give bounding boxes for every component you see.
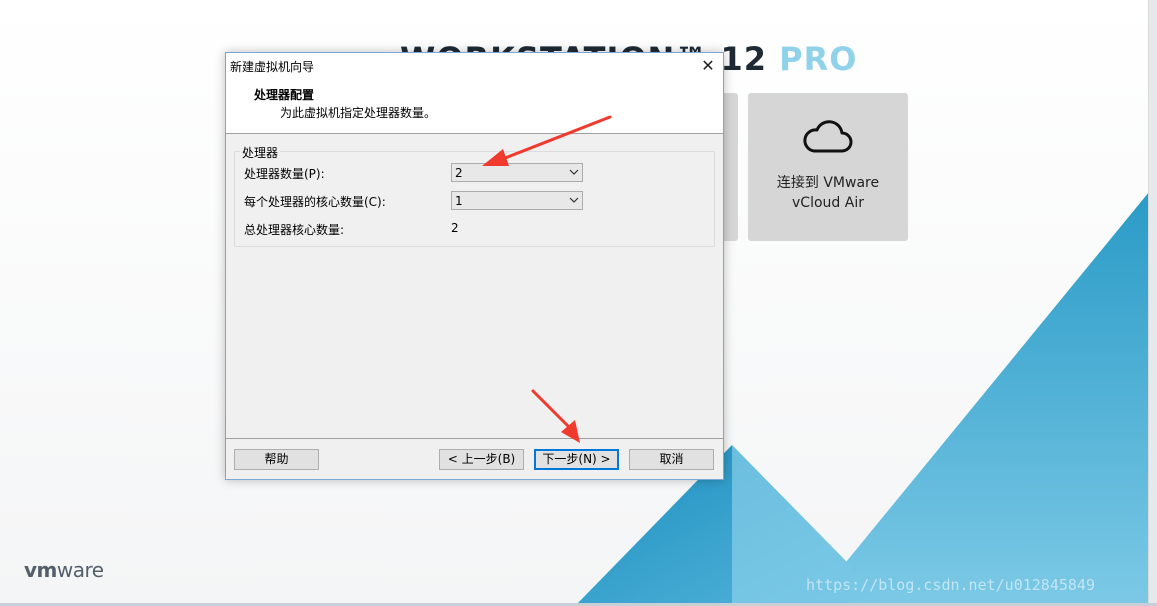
- total-cores-label: 总处理器核心数量:: [244, 223, 345, 237]
- cores-per-processor-label: 每个处理器的核心数量(C):: [244, 195, 386, 209]
- vcloud-air-tile[interactable]: 连接到 VMware vCloud Air: [748, 93, 908, 241]
- cancel-button[interactable]: 取消: [629, 449, 714, 470]
- close-icon[interactable]: ✕: [693, 53, 723, 78]
- processor-count-value: 2: [455, 166, 463, 180]
- processor-group-caption: 处理器: [240, 144, 281, 161]
- total-cores-value: 2: [451, 221, 459, 235]
- chevron-down-icon: [569, 165, 579, 182]
- processor-count-label: 处理器数量(P):: [244, 167, 325, 181]
- cores-per-processor-select[interactable]: 1: [451, 191, 583, 210]
- vcloud-air-tile-label: 连接到 VMware vCloud Air: [748, 173, 908, 213]
- vmware-logo-vm: vm: [24, 558, 57, 582]
- back-button[interactable]: < 上一步(B): [439, 449, 524, 470]
- cloud-icon: [803, 120, 853, 153]
- wizard-header: 处理器配置 为此虚拟机指定处理器数量。: [226, 78, 723, 134]
- vmware-logo: vmware: [24, 558, 104, 582]
- vmware-logo-ware: ware: [56, 558, 104, 582]
- wizard-step-subtitle: 为此虚拟机指定处理器数量。: [280, 106, 437, 120]
- dialog-titlebar[interactable]: 新建虚拟机向导 ✕: [226, 53, 723, 78]
- blog-watermark: https://blog.csdn.net/u012845849: [806, 576, 1095, 594]
- help-button[interactable]: 帮助: [234, 449, 319, 470]
- wizard-step-title: 处理器配置: [254, 88, 315, 102]
- window-right-edge: [1148, 0, 1157, 606]
- workstation-title-pro: PRO: [779, 40, 858, 78]
- bg-triangle-large: [810, 192, 1149, 606]
- processor-count-select[interactable]: 2: [451, 163, 583, 182]
- footer-divider: [226, 438, 723, 439]
- chevron-down-icon: [569, 193, 579, 210]
- new-vm-wizard-dialog: 新建虚拟机向导 ✕ 处理器配置 为此虚拟机指定处理器数量。 处理器 处理器数量(…: [225, 52, 724, 480]
- vcloud-air-tile-line1: 连接到 VMware: [776, 175, 880, 191]
- next-button[interactable]: 下一步(N) >: [534, 449, 619, 470]
- dialog-title: 新建虚拟机向导: [230, 60, 315, 74]
- cores-per-processor-value: 1: [455, 194, 463, 208]
- vcloud-air-tile-line2: vCloud Air: [792, 195, 864, 211]
